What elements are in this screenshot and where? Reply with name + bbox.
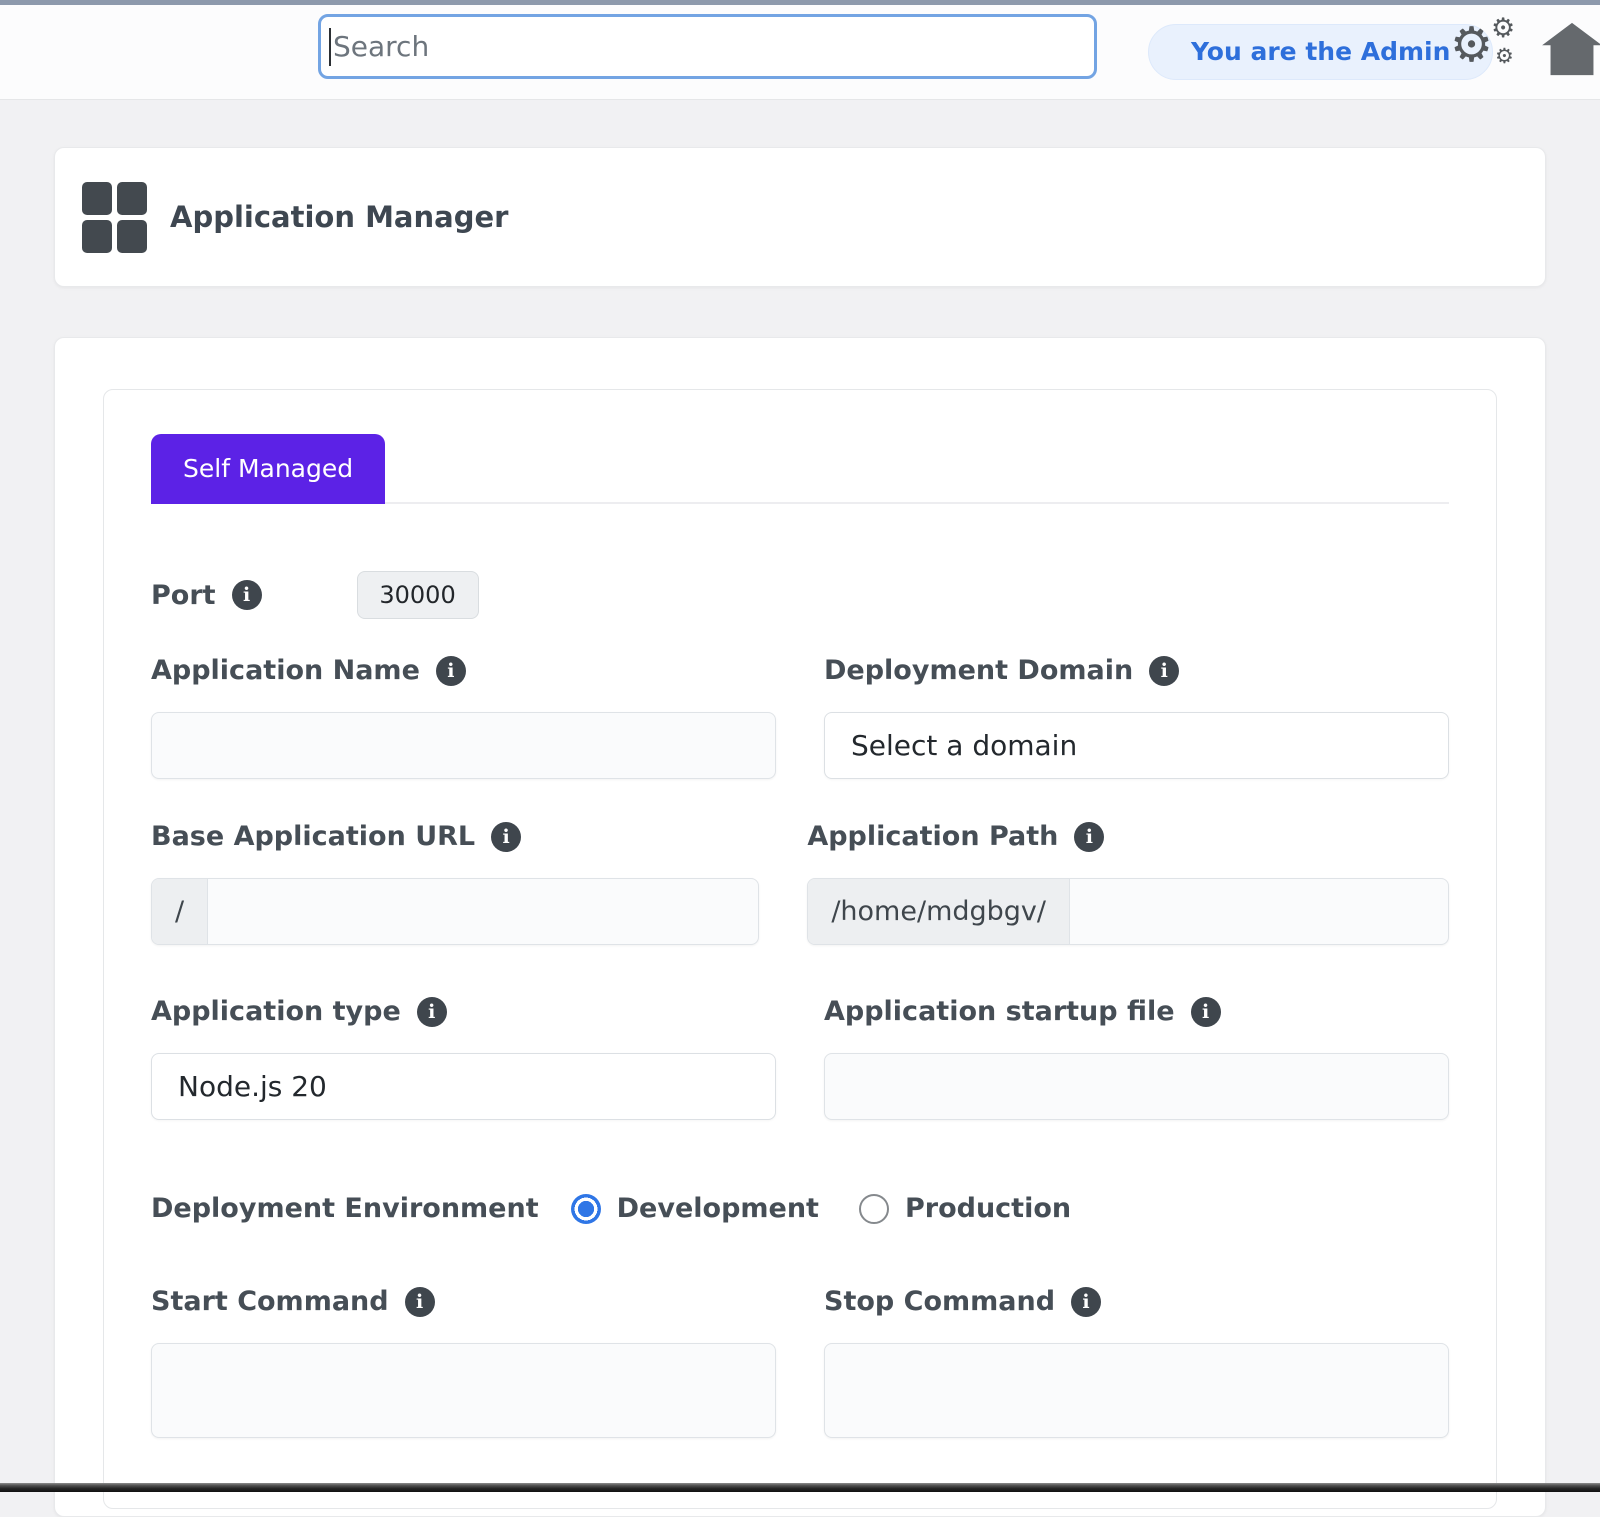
application-form-inner-card: Self Managed Port i 30000 Application Na… bbox=[103, 389, 1497, 1509]
application-startup-file-input[interactable] bbox=[824, 1053, 1449, 1120]
application-name-field: Application Name i bbox=[151, 655, 776, 779]
application-path-prefix: /home/mdgbgv/ bbox=[808, 879, 1070, 944]
page-title: Application Manager bbox=[170, 200, 508, 234]
info-icon[interactable]: i bbox=[417, 997, 447, 1027]
radio-development-label: Development bbox=[617, 1193, 819, 1224]
application-name-label: Application Name bbox=[151, 655, 420, 686]
gear-large-icon: ⚙ bbox=[1450, 21, 1493, 69]
deployment-domain-select[interactable]: Select a domain bbox=[824, 712, 1449, 779]
application-path-label: Application Path bbox=[807, 821, 1058, 852]
start-command-input[interactable] bbox=[151, 1343, 776, 1438]
gear-medium-icon: ⚙ bbox=[1491, 15, 1515, 42]
start-command-label: Start Command bbox=[151, 1286, 389, 1317]
application-path-field: Application Path i /home/mdgbgv/ bbox=[807, 821, 1449, 945]
info-icon[interactable]: i bbox=[232, 580, 262, 610]
info-icon[interactable]: i bbox=[1071, 1287, 1101, 1317]
tab-bar: Self Managed bbox=[151, 434, 1449, 504]
application-name-input[interactable] bbox=[151, 712, 776, 779]
application-manager-header-card: Application Manager bbox=[54, 147, 1546, 287]
port-value: 30000 bbox=[357, 571, 479, 619]
deployment-domain-field: Deployment Domain i Select a domain bbox=[824, 655, 1449, 779]
application-startup-file-label: Application startup file bbox=[824, 996, 1175, 1027]
radio-production-label: Production bbox=[905, 1193, 1071, 1224]
radio-production[interactable] bbox=[859, 1194, 889, 1224]
base-application-url-field: Base Application URL i / bbox=[151, 821, 759, 945]
radio-development[interactable] bbox=[571, 1194, 601, 1224]
base-application-url-label: Base Application URL bbox=[151, 821, 475, 852]
info-icon[interactable]: i bbox=[491, 822, 521, 852]
info-icon[interactable]: i bbox=[405, 1287, 435, 1317]
home-icon[interactable] bbox=[1542, 21, 1600, 81]
search-input[interactable] bbox=[321, 17, 1094, 76]
info-icon[interactable]: i bbox=[1191, 997, 1221, 1027]
application-path-input[interactable] bbox=[1070, 879, 1448, 944]
admin-status-badge[interactable]: You are the Admin bbox=[1148, 24, 1493, 80]
application-type-field: Application type i Node.js 20 bbox=[151, 996, 776, 1120]
port-label: Port bbox=[151, 580, 216, 611]
info-icon[interactable]: i bbox=[436, 656, 466, 686]
application-type-label: Application type bbox=[151, 996, 401, 1027]
grid-icon bbox=[82, 182, 147, 253]
info-icon[interactable]: i bbox=[1074, 822, 1104, 852]
deployment-environment-field: Deployment Environment Development Produ… bbox=[151, 1193, 1449, 1224]
stop-command-label: Stop Command bbox=[824, 1286, 1055, 1317]
stop-command-field: Stop Command i bbox=[824, 1286, 1449, 1438]
tab-self-managed[interactable]: Self Managed bbox=[151, 434, 385, 504]
text-caret bbox=[329, 28, 331, 66]
stop-command-input[interactable] bbox=[824, 1343, 1449, 1438]
info-icon[interactable]: i bbox=[1149, 656, 1179, 686]
window-bottom-edge bbox=[0, 1483, 1600, 1492]
base-application-url-input[interactable] bbox=[208, 879, 758, 944]
top-navbar: You are the Admin ⚙ ⚙ ⚙ bbox=[0, 5, 1600, 100]
start-command-field: Start Command i bbox=[151, 1286, 776, 1438]
application-type-select[interactable]: Node.js 20 bbox=[151, 1053, 776, 1120]
search-box bbox=[318, 14, 1097, 79]
page-content: Application Manager Self Managed Port i … bbox=[0, 147, 1600, 1517]
gears-icon[interactable]: ⚙ ⚙ ⚙ bbox=[1450, 13, 1522, 85]
application-form-card: Self Managed Port i 30000 Application Na… bbox=[54, 337, 1546, 1517]
gear-small-icon: ⚙ bbox=[1495, 46, 1514, 67]
port-field: Port i 30000 bbox=[151, 571, 1449, 619]
deployment-domain-label: Deployment Domain bbox=[824, 655, 1133, 686]
base-url-prefix: / bbox=[152, 879, 208, 944]
application-startup-file-field: Application startup file i bbox=[824, 996, 1449, 1120]
deployment-environment-label: Deployment Environment bbox=[151, 1193, 539, 1224]
